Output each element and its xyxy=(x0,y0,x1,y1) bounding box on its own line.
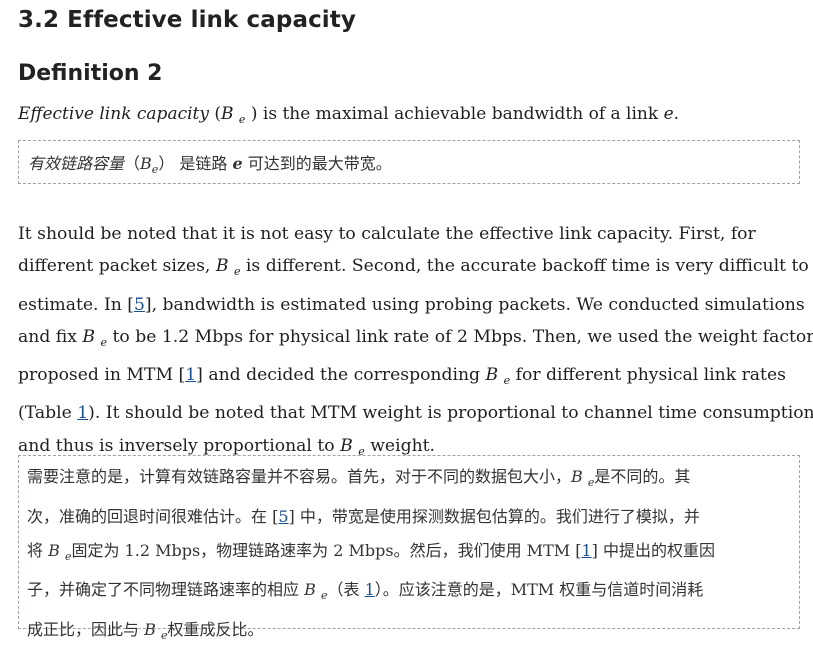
ref-link-1[interactable]: 1 xyxy=(185,365,196,385)
definition-title: Definition 2 xyxy=(18,61,163,86)
definition-term: Effective link capacity xyxy=(18,104,209,124)
zh-ref-link-1[interactable]: 1 xyxy=(581,541,591,560)
zh-table-link-1[interactable]: 1 xyxy=(365,580,375,599)
table-link-1[interactable]: 1 xyxy=(77,403,88,423)
ref-link-5[interactable]: 5 xyxy=(134,295,145,315)
definition-translation: 有效链路容量（Be） 是链路 e 可达到的最大带宽。 xyxy=(28,154,392,176)
zh-ref-link-5[interactable]: 5 xyxy=(278,507,288,526)
paragraph-english: It should be noted that it is not easy t… xyxy=(18,224,813,458)
link-variable: e xyxy=(663,104,674,124)
definition-translation-box: 有效链路容量（Be） 是链路 e 可达到的最大带宽。 xyxy=(18,140,800,184)
section-title: 3.2 Effective link capacity xyxy=(18,7,356,33)
paragraph-translation-box: 需要注意的是，计算有效链路容量并不容易。首先，对于不同的数据包大小，B e是不同… xyxy=(18,455,800,642)
symbol-B: B xyxy=(221,104,234,124)
paragraph-chinese: 需要注意的是，计算有效链路容量并不容易。首先，对于不同的数据包大小，B e是不同… xyxy=(27,467,715,643)
definition-text: Effective link capacity (B e ) is the ma… xyxy=(18,104,680,126)
